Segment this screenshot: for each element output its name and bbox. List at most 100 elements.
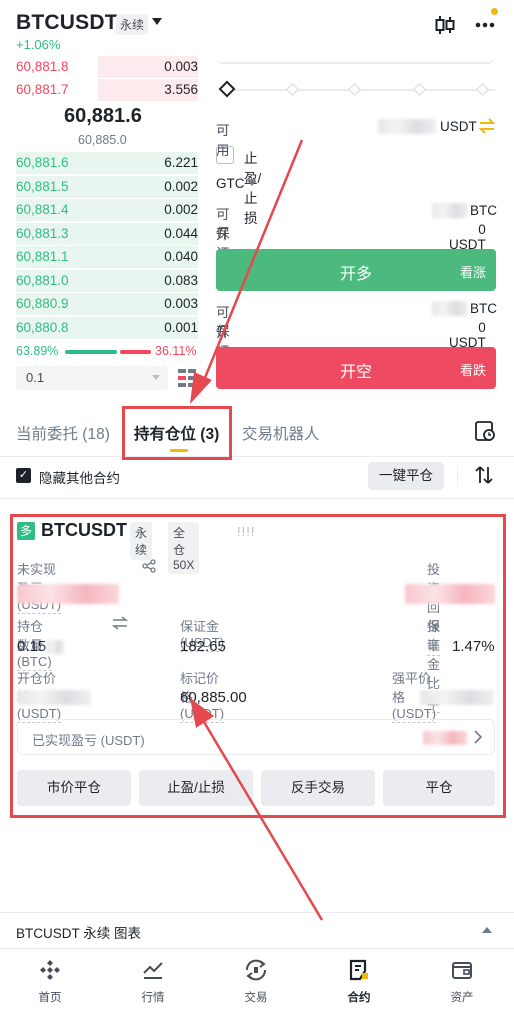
hide-other-checkbox[interactable]: ✓ bbox=[16, 468, 31, 483]
bid-price: 60,881.5 bbox=[16, 178, 69, 194]
chevron-up-icon bbox=[482, 927, 492, 933]
open-short-button[interactable]: 开空 看跌 bbox=[216, 347, 496, 389]
transfer-icon[interactable] bbox=[478, 117, 496, 140]
close-all-button[interactable]: 一键平仓 bbox=[368, 462, 444, 490]
bid-qty: 0.083 bbox=[164, 272, 198, 288]
divider bbox=[457, 466, 458, 486]
bid-row[interactable]: 60,880.9 0.003 bbox=[16, 292, 198, 316]
nav-futures[interactable]: 合约 bbox=[319, 955, 399, 1005]
open-short-label: 开空 bbox=[339, 364, 372, 381]
chevron-down-icon bbox=[152, 375, 160, 380]
depth-step-value: 0.1 bbox=[26, 370, 45, 385]
nav-label: 交易 bbox=[244, 992, 268, 1004]
annotation-highlight-position bbox=[10, 514, 506, 818]
nav-label: 资产 bbox=[450, 992, 474, 1004]
sort-icon[interactable] bbox=[474, 465, 494, 490]
futures-icon bbox=[319, 955, 399, 985]
bid-price: 60,880.9 bbox=[16, 296, 69, 311]
trade-icon bbox=[216, 955, 296, 985]
bid-qty: 0.040 bbox=[164, 249, 198, 264]
nav-trade[interactable]: 交易 bbox=[216, 955, 296, 1005]
depth-step-select[interactable]: 0.1 bbox=[16, 366, 168, 390]
slider-stop[interactable] bbox=[286, 83, 299, 96]
slider-stop[interactable] bbox=[476, 83, 489, 96]
bid-qty: 6.221 bbox=[164, 155, 198, 170]
open-long-button[interactable]: 开多 看涨 bbox=[216, 249, 496, 291]
slider-stop[interactable] bbox=[348, 83, 361, 96]
annotation-highlight-tab bbox=[122, 406, 232, 460]
ask-row[interactable]: 60,881.8 0.003 bbox=[16, 55, 198, 79]
chevron-down-icon[interactable] bbox=[152, 18, 162, 25]
mark-price: 60,885.0 bbox=[78, 133, 127, 147]
long-margin-value: 0 USDT bbox=[449, 222, 486, 252]
wallet-icon bbox=[422, 955, 502, 985]
nav-label: 首页 bbox=[38, 992, 62, 1004]
bid-price: 60,881.6 bbox=[16, 155, 69, 170]
ask-price: 60,881.8 bbox=[16, 59, 69, 74]
last-price: 60,881.6 bbox=[64, 105, 142, 127]
buy-ratio: 63.89% bbox=[16, 344, 59, 358]
order-history-icon[interactable] bbox=[474, 420, 496, 447]
bid-price: 60,881.4 bbox=[16, 202, 69, 217]
bid-price: 60,881.0 bbox=[16, 272, 69, 288]
bid-row[interactable]: 60,881.6 6.221 bbox=[16, 151, 198, 175]
bearish-hint: 看跌 bbox=[459, 363, 486, 378]
layout-toggle-icon[interactable] bbox=[177, 368, 197, 393]
tpsl-checkbox[interactable] bbox=[216, 146, 234, 164]
open-long-label: 开多 bbox=[339, 266, 372, 283]
header-bar: BTCUSDT 永续 +1.06% bbox=[0, 0, 514, 60]
sell-ratio-bar bbox=[120, 350, 151, 354]
input-field-edge[interactable] bbox=[216, 56, 494, 64]
short-margin-value: 0 USDT bbox=[449, 320, 486, 350]
more-icon[interactable] bbox=[472, 12, 498, 38]
sell-ratio: 36.11% bbox=[155, 344, 197, 358]
ask-row[interactable]: 60,881.7 3.556 bbox=[16, 78, 198, 102]
notification-dot bbox=[491, 8, 498, 15]
bid-price: 60,880.8 bbox=[16, 319, 69, 335]
buy-ratio-bar bbox=[65, 350, 117, 354]
candlestick-icon[interactable] bbox=[432, 12, 458, 38]
tpsl-label: 止盈/止损 bbox=[244, 151, 262, 226]
available-value-redacted bbox=[378, 119, 436, 134]
symbol-title[interactable]: BTCUSDT bbox=[16, 11, 118, 35]
bid-qty: 0.044 bbox=[164, 225, 198, 241]
slider-handle[interactable] bbox=[218, 80, 236, 98]
ask-qty: 0.003 bbox=[164, 59, 198, 74]
chart-toggle-bar[interactable]: BTCUSDT 永续 图表 bbox=[0, 912, 514, 948]
home-icon bbox=[10, 955, 90, 985]
bid-row[interactable]: 60,881.0 0.083 bbox=[16, 269, 198, 293]
price-change: +1.06% bbox=[16, 37, 61, 52]
bid-row[interactable]: 60,881.1 0.040 bbox=[16, 245, 198, 269]
bid-row[interactable]: 60,881.3 0.044 bbox=[16, 222, 198, 246]
chart-bar-title: BTCUSDT 永续 图表 bbox=[16, 926, 142, 941]
short-can-open-redacted bbox=[432, 301, 468, 316]
contract-type-tag: 永续 bbox=[116, 14, 149, 35]
available-unit: USDT bbox=[440, 119, 477, 134]
bid-qty: 0.003 bbox=[164, 296, 198, 311]
bid-qty: 0.002 bbox=[164, 202, 198, 217]
ask-qty: 3.556 bbox=[164, 82, 198, 97]
divider bbox=[0, 456, 514, 457]
tab-open-orders[interactable]: 当前委托 (18) bbox=[16, 422, 110, 444]
hide-other-label: 隐藏其他合约 bbox=[39, 471, 120, 486]
bottom-nav: 首页 行情 交易 合约 资产 bbox=[0, 948, 514, 1021]
long-can-open-unit: BTC bbox=[470, 203, 497, 218]
bid-row[interactable]: 60,881.4 0.002 bbox=[16, 198, 198, 222]
bid-price: 60,881.3 bbox=[16, 225, 69, 241]
nav-markets[interactable]: 行情 bbox=[113, 955, 193, 1005]
ask-price: 60,881.7 bbox=[16, 82, 69, 97]
bid-qty: 0.001 bbox=[164, 319, 198, 335]
short-can-open-unit: BTC bbox=[470, 301, 497, 316]
divider bbox=[0, 498, 514, 499]
nav-label: 行情 bbox=[141, 992, 165, 1004]
nav-assets[interactable]: 资产 bbox=[422, 955, 502, 1005]
bid-row[interactable]: 60,881.5 0.002 bbox=[16, 175, 198, 199]
bid-price: 60,881.1 bbox=[16, 249, 69, 264]
nav-home[interactable]: 首页 bbox=[10, 955, 90, 1005]
tab-trading-bots[interactable]: 交易机器人 bbox=[242, 422, 320, 444]
long-can-open-redacted bbox=[432, 203, 468, 218]
tif-select[interactable]: GTC bbox=[216, 176, 245, 191]
leverage-slider-track[interactable] bbox=[228, 89, 495, 91]
bid-row[interactable]: 60,880.8 0.001 bbox=[16, 316, 198, 340]
slider-stop[interactable] bbox=[413, 83, 426, 96]
